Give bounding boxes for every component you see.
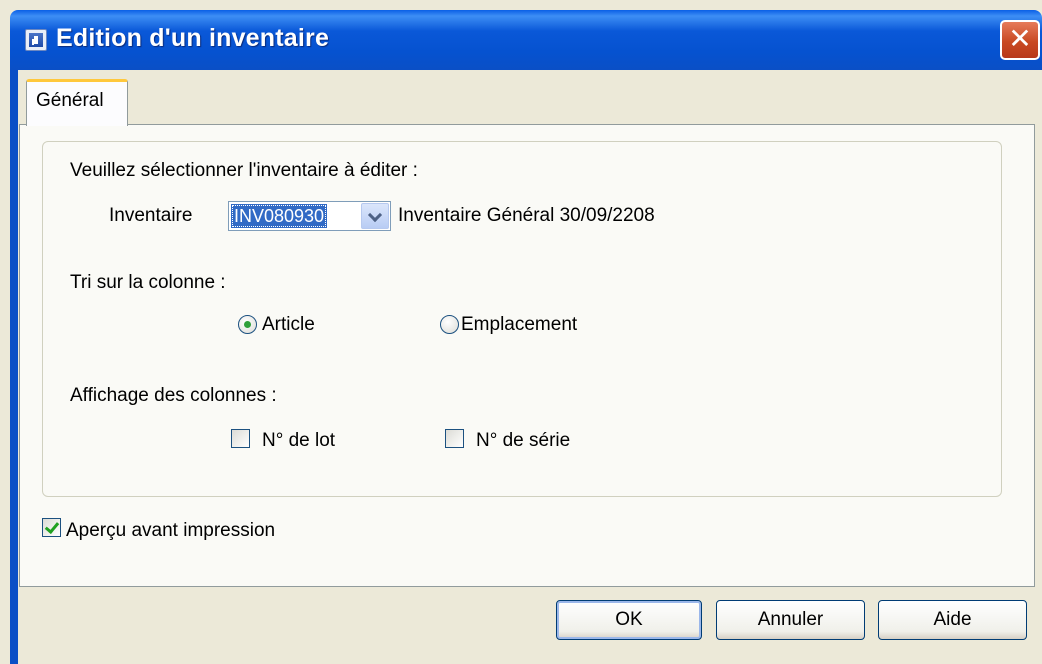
sort-prompt: Tri sur la colonne :	[70, 272, 226, 293]
checkbox-serie[interactable]	[445, 429, 464, 448]
checkbox-lot-label[interactable]: N° de lot	[262, 430, 335, 452]
checkbox-preview-label[interactable]: Aperçu avant impression	[66, 520, 275, 542]
inventory-combobox-value[interactable]: INV080930	[231, 204, 328, 228]
app-icon[interactable]	[25, 29, 47, 51]
tab-general[interactable]: Général	[26, 79, 128, 126]
inventory-combobox[interactable]: INV080930	[228, 201, 391, 231]
select-prompt: Veuillez sélectionner l'inventaire à édi…	[70, 160, 418, 181]
radio-emplacement[interactable]	[440, 315, 459, 334]
window-border	[10, 70, 18, 664]
chevron-down-icon[interactable]	[361, 203, 389, 229]
radio-article[interactable]	[238, 315, 257, 334]
window-title: Edition d'un inventaire	[56, 24, 330, 52]
help-button[interactable]: Aide	[878, 600, 1027, 640]
title-bar-band[interactable]: Edition d'un inventaire ✕	[10, 10, 1042, 70]
checkbox-serie-label[interactable]: N° de série	[476, 430, 570, 452]
checkbox-lot[interactable]	[231, 429, 250, 448]
inventory-description: Inventaire Général 30/09/2208	[398, 205, 655, 226]
checkbox-preview[interactable]	[42, 518, 61, 537]
inventory-label: Inventaire	[109, 205, 193, 226]
radio-emplacement-label[interactable]: Emplacement	[461, 314, 577, 336]
title-bar: Edition d'un inventaire ✕	[0, 0, 1042, 90]
tab-general-label: Général	[36, 90, 104, 111]
close-button[interactable]: ✕	[1000, 20, 1040, 60]
columns-prompt: Affichage des colonnes :	[70, 385, 277, 406]
radio-article-label[interactable]: Article	[262, 314, 315, 336]
cancel-button[interactable]: Annuler	[716, 600, 865, 640]
ok-button[interactable]: OK	[556, 600, 702, 640]
